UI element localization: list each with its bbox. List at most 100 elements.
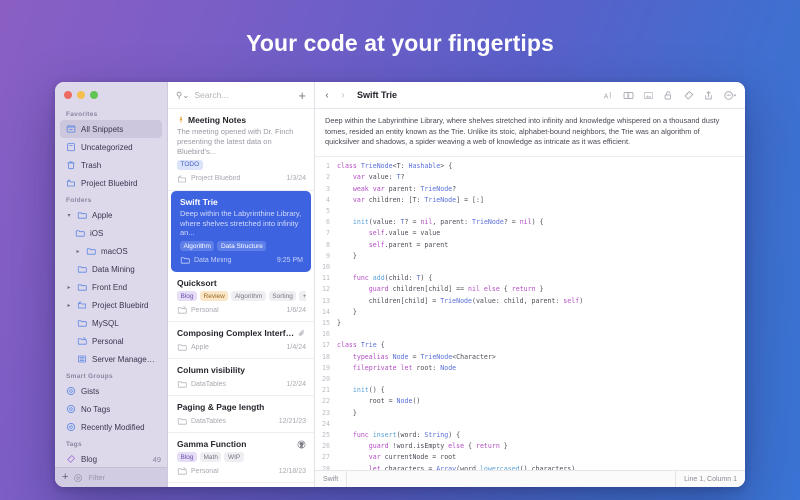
sidebar-item-server-management[interactable]: Server Management — [55, 350, 167, 368]
search-bar: ⚲⌄ Search... + — [168, 82, 314, 109]
tag-badge[interactable]: Blog — [177, 291, 198, 302]
tag-icon[interactable] — [683, 90, 694, 101]
sidebar-nav: Favorites All Snippets Uncategorized Trash P… — [55, 106, 167, 467]
more-icon[interactable] — [723, 90, 737, 101]
sidebar-item-label: Gists — [81, 386, 100, 396]
sidebar-item-label: No Tags — [81, 404, 111, 414]
code-line: 17 class Trie { — [315, 340, 745, 351]
unlock-icon[interactable] — [663, 90, 674, 101]
tag-badge[interactable]: Math — [200, 452, 222, 463]
chevron-right-icon[interactable]: ▸ — [66, 284, 72, 291]
sidebar-section-title: Tags — [66, 441, 82, 448]
code-line-text: } — [337, 408, 357, 417]
language-indicator[interactable]: Swift — [323, 471, 348, 487]
line-number: 4 — [326, 195, 330, 204]
gear-circle-icon — [66, 422, 76, 432]
folder-badge-icon — [177, 468, 187, 475]
list-item-title: Swift Trie — [180, 196, 218, 207]
list-item[interactable]: Date FormatterInstances of NSDateFormatt… — [168, 483, 314, 487]
folder-icon — [77, 284, 87, 291]
sidebar-item-personal[interactable]: Personal — [55, 332, 167, 350]
list-item-snippet: Deep within the Labyrinthine Library, wh… — [180, 208, 302, 238]
split-view-icon[interactable] — [623, 90, 634, 101]
tag-badge[interactable]: WIP — [224, 452, 244, 463]
code-line: 20 — [315, 374, 745, 385]
list-item-tags: Algorithm Data Structure — [180, 241, 303, 252]
sidebar-item-trash[interactable]: Trash — [55, 156, 167, 174]
sidebar-item-macos[interactable]: ▸ macOS — [55, 242, 167, 260]
code-line: 25 func insert(word: String) { — [315, 430, 745, 441]
chevron-right-icon[interactable]: ▸ — [66, 302, 72, 309]
tag-badge[interactable]: TODO — [177, 159, 203, 170]
sidebar-item-front-end[interactable]: ▸ Front End — [55, 278, 167, 296]
list-item[interactable]: Paging & Page length DataTables 12/21/23 — [168, 396, 314, 434]
list-item-date: 9:25 PM — [276, 256, 303, 264]
line-number: 27 — [322, 453, 330, 462]
list-item[interactable]: Gamma Function Blog Math WIP Personal 12/18/2… — [168, 433, 314, 484]
share-icon[interactable] — [703, 90, 714, 101]
list-item-title-row: Swift Trie — [180, 197, 303, 207]
sidebar-item-label: Recently Modified — [81, 422, 145, 432]
sidebar-item-ios[interactable]: iOS — [55, 224, 167, 242]
tag-badge[interactable]: Data Structure — [217, 241, 267, 252]
sidebar-item-no-tags[interactable]: No Tags — [55, 400, 167, 418]
sidebar-item-label: Personal — [92, 336, 124, 346]
list-item-folder: Apple — [191, 343, 209, 351]
tag-badge[interactable]: Algorithm — [180, 241, 215, 252]
tag-badge[interactable]: Sorting — [268, 291, 297, 302]
list-item-meta: Data Mining 9:25 PM — [180, 255, 303, 265]
chevron-down-icon[interactable]: ▾ — [66, 212, 72, 219]
preview-icon[interactable] — [643, 90, 654, 101]
folder-badge-icon — [177, 307, 187, 314]
code-line: 5 — [315, 206, 745, 217]
tag-badge[interactable]: +2 — [299, 291, 306, 302]
code-editor[interactable]: 1 class TrieNode<T: Hashable> {2 var valu… — [315, 157, 745, 470]
back-button[interactable]: ‹ — [322, 90, 332, 101]
close-button[interactable] — [64, 91, 72, 99]
list-item-date: 1/3/24 — [286, 175, 306, 183]
forward-button[interactable]: › — [338, 90, 348, 101]
paperclip-icon — [298, 330, 304, 337]
editor-toolbar: ‹ › Swift Trie A — [315, 82, 745, 109]
sidebar-item-data-mining[interactable]: Data Mining — [55, 260, 167, 278]
sidebar-item-project-bluebird[interactable]: ▸ Project Bluebird — [55, 296, 167, 314]
tag-badge[interactable]: Review — [200, 291, 229, 302]
code-line-text: typealias Node = TrieNode<Character> — [352, 352, 496, 361]
line-number: 20 — [322, 375, 330, 384]
code-line-text: guard children[child] == nil else { retu… — [368, 285, 544, 294]
line-number: 6 — [326, 218, 330, 227]
chevron-right-icon[interactable]: ▸ — [75, 248, 81, 255]
line-number: 24 — [322, 419, 330, 428]
smart-folder-icon — [178, 174, 186, 183]
format-text-icon[interactable]: A — [603, 90, 614, 101]
maximize-button[interactable] — [90, 91, 98, 99]
sidebar-item-recently-modified[interactable]: Recently Modified — [55, 418, 167, 436]
tag-badge[interactable]: Blog — [177, 452, 198, 463]
list-item[interactable]: Quicksort BlogReviewAlgorithmSorting+2 Per… — [168, 272, 314, 323]
list-item[interactable]: Composing Complex Interfaces Apple 1/4/24 — [168, 322, 314, 360]
line-number: 26 — [322, 442, 330, 451]
sidebar-item-project-bluebird[interactable]: Project Bluebird — [55, 174, 167, 192]
sidebar-filter-input[interactable]: Filter — [88, 473, 105, 482]
sidebar-item-uncategorized[interactable]: Uncategorized — [55, 138, 167, 156]
code-line-text: fileprivate let root: Node — [352, 363, 457, 372]
code-line: 21 init() { — [315, 385, 745, 396]
tag-badge[interactable]: Algorithm — [231, 291, 266, 302]
code-line: 18 typealias Node = TrieNode<Character> — [315, 352, 745, 363]
list-item[interactable]: Column visibility DataTables 1/2/24 — [168, 359, 314, 397]
sidebar-item-blog[interactable]: Blog 49 — [55, 450, 167, 467]
list-item-tags: TODO — [177, 159, 306, 170]
minimize-button[interactable] — [77, 91, 85, 99]
list-item[interactable]: Meeting Notes The meeting opened with Dr.… — [168, 109, 314, 191]
search-input[interactable]: Search... — [194, 90, 293, 100]
sidebar-item-gists[interactable]: Gists — [55, 382, 167, 400]
sidebar-section-title: Smart Groups — [66, 373, 113, 380]
line-number: 11 — [322, 274, 330, 283]
list-item[interactable]: Swift Trie Deep within the Labyrinthine L… — [171, 190, 311, 273]
sidebar-item-mysql[interactable]: MySQL — [55, 314, 167, 332]
add-folder-button[interactable]: + — [62, 472, 68, 483]
sidebar-item-apple[interactable]: ▾ Apple — [55, 206, 167, 224]
new-snippet-button[interactable]: + — [298, 89, 306, 102]
list-item-title: Quicksort — [177, 278, 217, 289]
sidebar-item-all-snippets[interactable]: All Snippets — [60, 120, 162, 138]
